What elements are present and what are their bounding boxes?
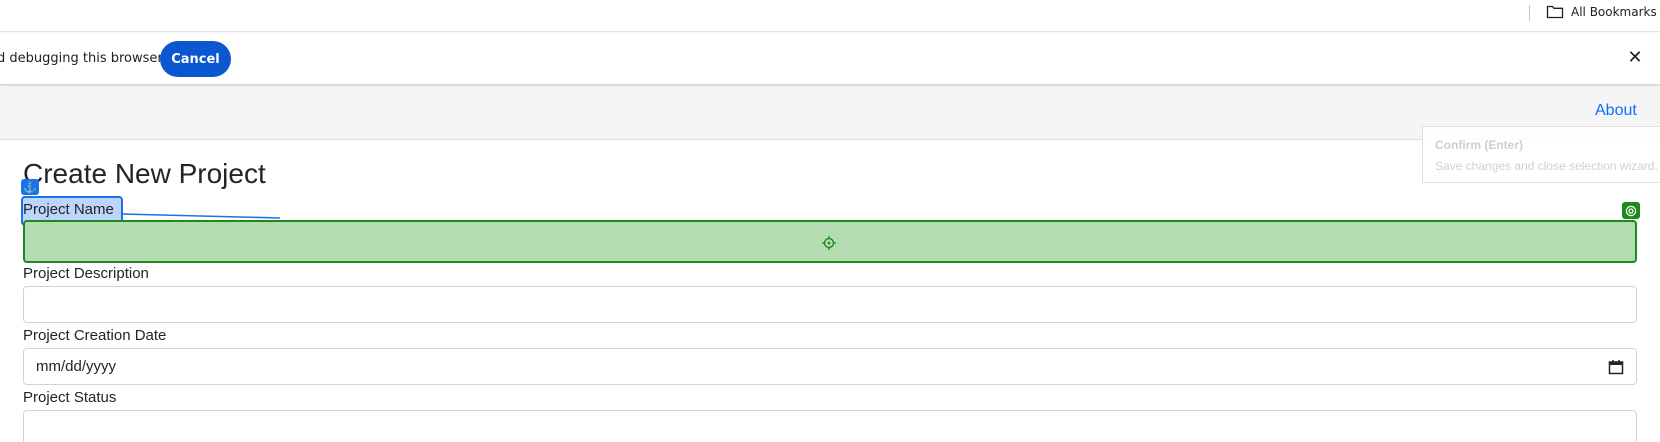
- all-bookmarks-button[interactable]: All Bookmarks: [1546, 3, 1657, 21]
- project-description-input[interactable]: [23, 286, 1637, 323]
- close-icon[interactable]: ✕: [1625, 47, 1645, 67]
- calendar-icon[interactable]: [1608, 359, 1624, 375]
- project-description-label: Project Description: [23, 265, 149, 282]
- project-name-label: Project Name: [23, 201, 114, 218]
- connector-line: [122, 213, 280, 219]
- project-status-label: Project Status: [23, 389, 117, 406]
- page-title: Create New Project: [23, 158, 266, 189]
- confirm-tooltip-title: Confirm (Enter): [1435, 138, 1523, 152]
- debugging-infobar: d debugging this browser Cancel ✕: [0, 33, 1660, 85]
- folder-icon: [1546, 5, 1564, 19]
- anchor-icon[interactable]: ⚓: [21, 179, 39, 195]
- project-status-input[interactable]: [23, 410, 1637, 442]
- app-navbar: About: [0, 87, 1660, 140]
- about-link[interactable]: About: [1595, 102, 1637, 120]
- all-bookmarks-label: All Bookmarks: [1571, 5, 1657, 19]
- confirm-tooltip: Confirm (Enter) Save changes and close s…: [1422, 126, 1660, 183]
- target-ring-icon: [1625, 205, 1637, 216]
- bookmarks-separator: [1529, 5, 1530, 21]
- project-creation-date-input[interactable]: mm/dd/yyyy: [23, 348, 1637, 385]
- project-creation-date-label: Project Creation Date: [23, 327, 167, 344]
- target-badge-icon[interactable]: [1622, 202, 1640, 219]
- bookmarks-bar: All Bookmarks: [0, 0, 1660, 32]
- confirm-tooltip-description: Save changes and close selection wizard.: [1435, 159, 1658, 173]
- crosshair-icon: [822, 236, 836, 250]
- cancel-button[interactable]: Cancel: [160, 41, 231, 77]
- date-placeholder: mm/dd/yyyy: [36, 358, 117, 375]
- infobar-message: d debugging this browser: [0, 51, 163, 66]
